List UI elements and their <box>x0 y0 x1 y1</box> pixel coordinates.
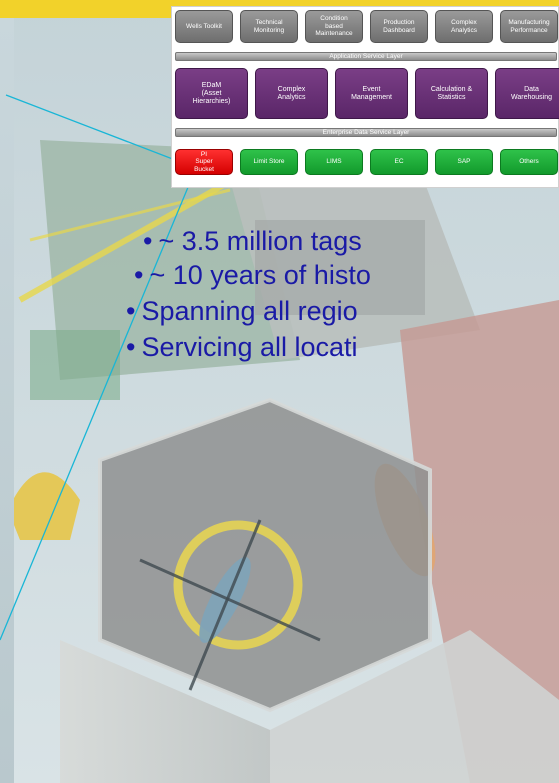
tile-others[interactable]: Others <box>500 149 558 175</box>
bullet-dot-icon: • <box>134 260 144 290</box>
tile-ec[interactable]: EC <box>370 149 428 175</box>
bullet-text: ~ 3.5 million tags <box>158 226 362 256</box>
bullet-item: • Servicing all locati <box>126 332 358 363</box>
enterprise-data-service-layer-bar: Enterprise Data Service Layer <box>175 128 557 137</box>
tile-lims[interactable]: LIMS <box>305 149 363 175</box>
tile-complex-analytics-app[interactable]: Complex Analytics <box>435 10 493 43</box>
tile-data-warehousing[interactable]: Data Warehousing <box>495 68 559 119</box>
tile-condition-based-maintenance[interactable]: Condition based Maintenance <box>305 10 363 43</box>
tile-wells-toolkit[interactable]: Wells Toolkit <box>175 10 233 43</box>
application-service-layer-bar: Application Service Layer <box>175 52 557 61</box>
tile-technical-monitoring[interactable]: Technical Monitoring <box>240 10 298 43</box>
service-tiles-row: EDaM (Asset Hierarchies) Complex Analyti… <box>175 68 559 119</box>
tile-calculation-statistics[interactable]: Calculation & Statistics <box>415 68 488 119</box>
bullet-item: • ~ 3.5 million tags <box>143 226 362 257</box>
tile-edam[interactable]: EDaM (Asset Hierarchies) <box>175 68 248 119</box>
bullet-dot-icon: • <box>126 332 136 362</box>
bullet-item: • ~ 10 years of histo <box>134 260 371 291</box>
architecture-diagram: Wells Toolkit Technical Monitoring Condi… <box>171 6 559 188</box>
bullet-dot-icon: • <box>143 226 153 256</box>
tile-limit-store[interactable]: Limit Store <box>240 149 298 175</box>
tile-production-dashboard[interactable]: Production Dashboard <box>370 10 428 43</box>
tile-manufacturing-performance[interactable]: Manufacturing Performance <box>500 10 558 43</box>
bullet-text: Spanning all regio <box>141 296 358 326</box>
tile-event-management[interactable]: Event Management <box>335 68 408 119</box>
data-tiles-row: PI Super Bucket Limit Store LIMS EC SAP … <box>175 149 558 175</box>
bullet-item: • Spanning all regio <box>126 296 358 327</box>
application-tiles-row: Wells Toolkit Technical Monitoring Condi… <box>175 10 558 43</box>
bullet-dot-icon: • <box>126 296 136 326</box>
bullet-text: Servicing all locati <box>141 332 358 362</box>
tile-pi-super-bucket[interactable]: PI Super Bucket <box>175 149 233 175</box>
tile-complex-analytics-service[interactable]: Complex Analytics <box>255 68 328 119</box>
tile-sap[interactable]: SAP <box>435 149 493 175</box>
left-accent-bar <box>0 0 14 783</box>
bullet-text: ~ 10 years of histo <box>149 260 371 290</box>
